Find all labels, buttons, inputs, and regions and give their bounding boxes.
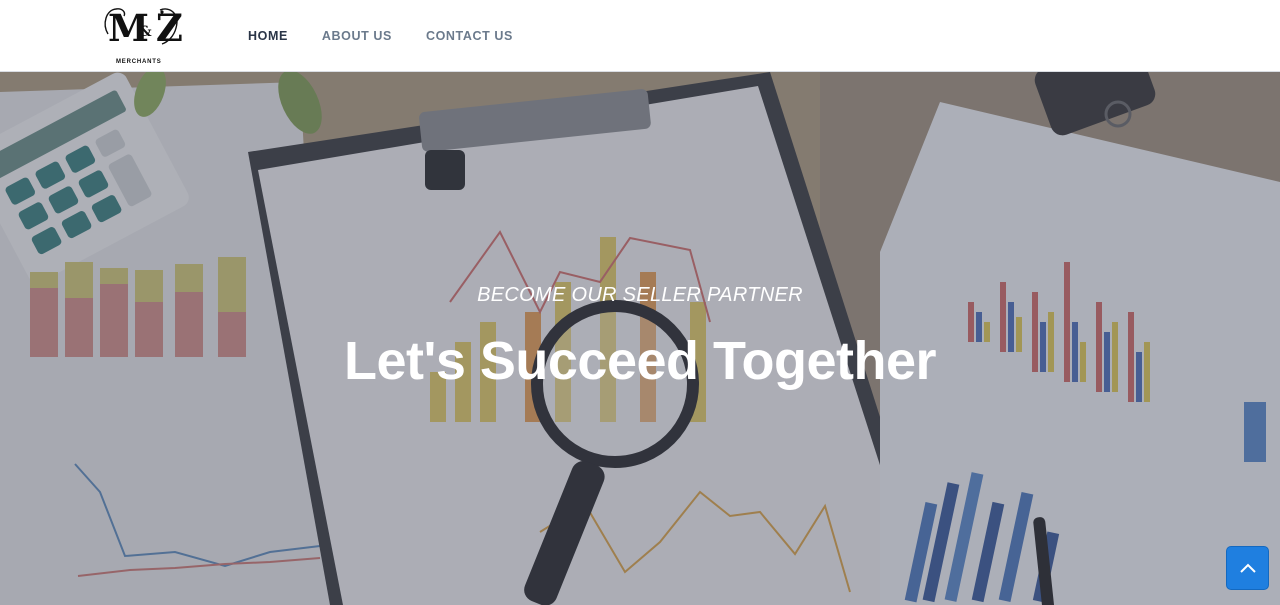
logo-ampersand: & — [139, 24, 152, 40]
scroll-to-top-button[interactable] — [1226, 546, 1269, 590]
nav-contact-us[interactable]: CONTACT US — [426, 29, 513, 43]
brand-logo[interactable]: M Z & MERCHANTS — [100, 4, 184, 68]
main-nav: HOME ABOUT US CONTACT US — [248, 29, 513, 43]
hero-title: Let's Succeed Together — [344, 331, 937, 391]
hero-subtitle: BECOME OUR SELLER PARTNER — [477, 284, 803, 306]
chevron-up-icon — [1239, 563, 1256, 573]
hero-section: BECOME OUR SELLER PARTNER Let's Succeed … — [0, 72, 1280, 605]
navbar: M Z & MERCHANTS HOME ABOUT US CONTACT US — [0, 0, 1280, 72]
nav-home[interactable]: HOME — [248, 29, 288, 43]
logo-subtitle: MERCHANTS — [116, 59, 162, 65]
nav-about-us[interactable]: ABOUT US — [322, 29, 392, 43]
